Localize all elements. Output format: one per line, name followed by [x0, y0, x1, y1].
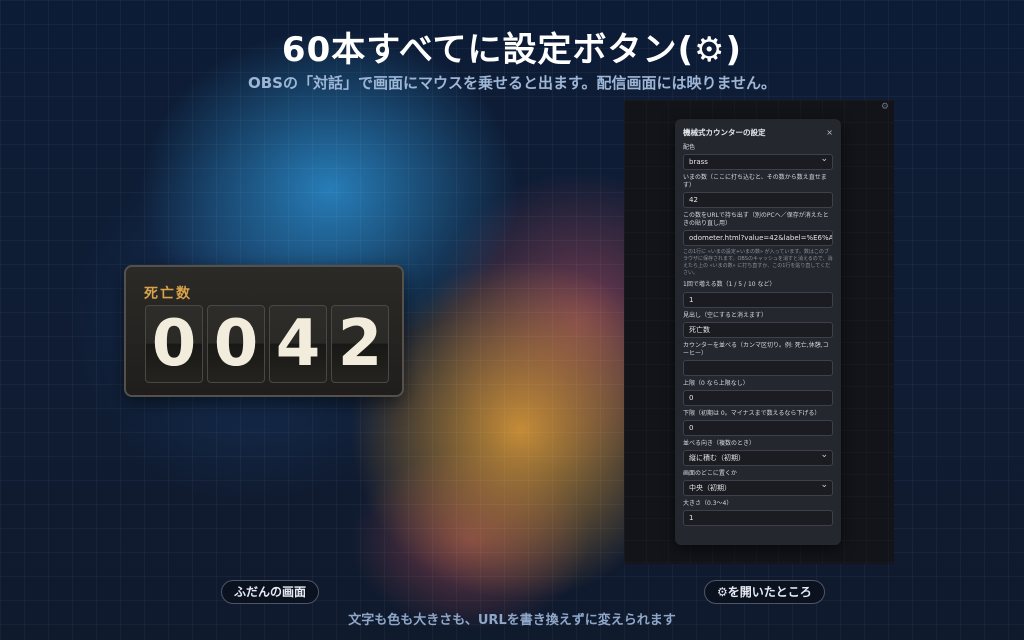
text-input[interactable]: 42	[683, 192, 833, 209]
settings-form: 配色 brass いまの数（ここに打ち込むと、その数から数え直せます） 42 この数をU…	[683, 144, 833, 527]
digit-1: 0	[145, 305, 203, 383]
text-input[interactable]	[683, 359, 833, 376]
counter-label: 死亡数	[144, 286, 192, 302]
settings-preview-panel: ⚙ 機械式カウンターの設定 × 配色 brass いまの数（ここに打ち込むと、その数…	[624, 100, 894, 564]
select-field[interactable]: 中央（初期）	[683, 480, 833, 497]
caption-settings-open: ⚙を開いたところ	[704, 580, 825, 604]
field-label: カウンターを並べる（カンマ区切り。例: 死亡,休憩,コーヒー）	[683, 341, 829, 357]
digit-3: 4	[269, 305, 327, 383]
select-field[interactable]: 縦に積む（初期）	[683, 450, 833, 467]
select-field[interactable]: brass	[683, 154, 833, 171]
digit-2: 0	[207, 305, 265, 383]
field-label: 画面のどこに置くか	[683, 470, 737, 478]
footer-note: 文字も色も大きさも、URLを書き換えずに変えられます	[348, 613, 676, 628]
text-input[interactable]: 0	[683, 389, 833, 406]
field-label: 上限（0 なら上限なし）	[683, 379, 749, 387]
close-icon[interactable]: ×	[826, 128, 833, 137]
text-input[interactable]: 1	[683, 510, 833, 527]
field-label: 並べる向き（複数のとき）	[683, 440, 756, 448]
page-title: 60本すべてに設定ボタン(⚙)	[281, 30, 743, 70]
field-label: 下限（初期は 0。マイナスまで数えるなら下げる）	[683, 409, 821, 417]
field-label: いまの数（ここに打ち込むと、その数から数え直せます）	[683, 174, 827, 190]
field-label: 大きさ（0.3〜4）	[683, 500, 733, 508]
digit-4: 2	[331, 305, 389, 383]
field-hint: この1行に «いまの設定+いまの数» が入っています。数はこのブラウザに保存され…	[683, 249, 833, 277]
text-input[interactable]: odometer.html?value=42&label=%E6%AD	[683, 230, 833, 247]
settings-dialog: 機械式カウンターの設定 × 配色 brass いまの数（ここに打ち込むと、その数から…	[675, 119, 841, 545]
page-subtitle: OBSの「対話」で画面にマウスを乗せると出ます。配信画面には映りません。	[247, 74, 777, 92]
field-label: 配色	[683, 144, 696, 151]
dialog-title: 機械式カウンターの設定	[683, 128, 766, 137]
text-input[interactable]: 0	[683, 420, 833, 437]
odometer-counter: 死亡数 0 0 4 2	[124, 265, 404, 397]
text-input[interactable]: 死亡数	[683, 321, 833, 338]
text-input[interactable]: 1	[683, 291, 833, 308]
digit-row: 0 0 4 2	[145, 305, 389, 383]
caption-normal-screen: ふだんの画面	[221, 580, 320, 604]
field-label: 1回で増える数（1 / 5 / 10 など）	[683, 281, 776, 289]
field-label: この数をURLで持ち出す（別のPCへ／保存が消えたときの貼り直し用）	[683, 212, 829, 228]
gear-icon[interactable]: ⚙	[881, 102, 889, 112]
field-label: 見出し（空にすると消えます）	[683, 311, 768, 319]
